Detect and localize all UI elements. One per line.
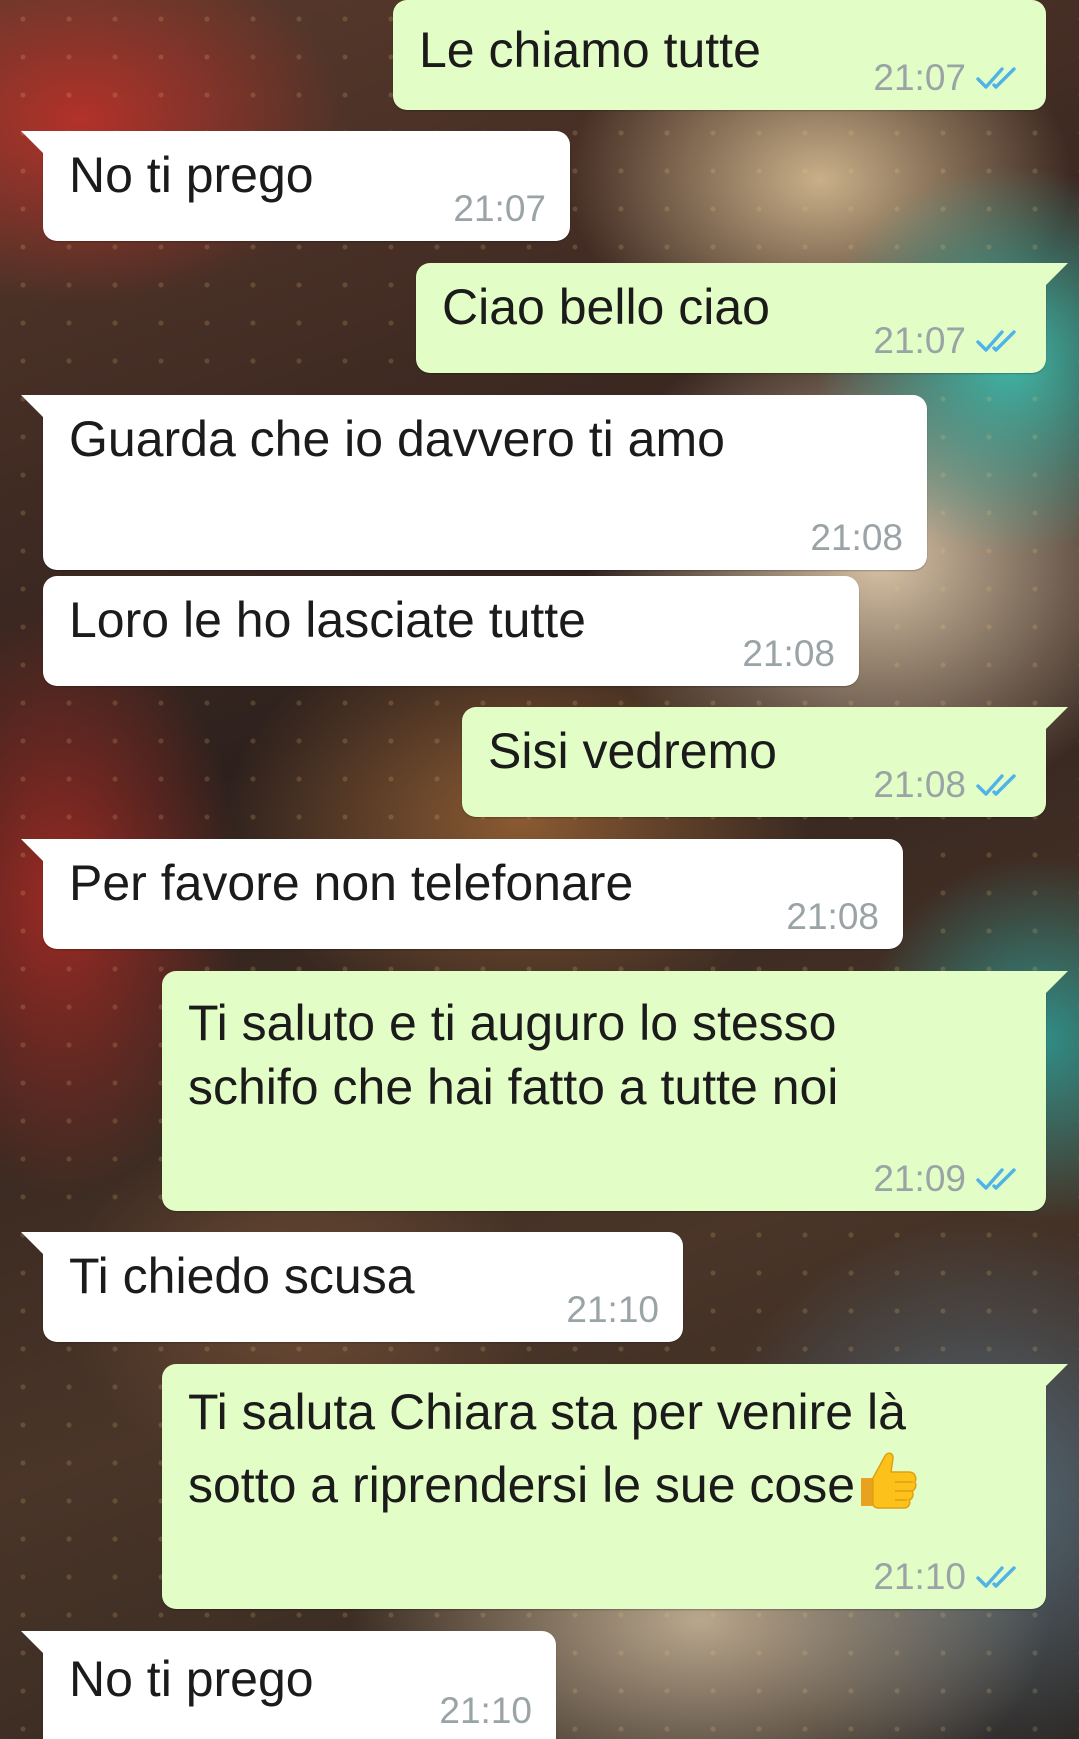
message-bubble-outgoing[interactable]: Le chiamo tutte 21:07 — [393, 0, 1046, 110]
message-time: 21:07 — [873, 320, 966, 361]
message-text: Loro le ho lasciate tutte — [69, 592, 586, 648]
double-check-icon — [976, 330, 1016, 352]
message-text: Per favore non telefonare — [69, 855, 634, 911]
message-text-line-1: Ti saluta Chiara sta per venire là — [188, 1384, 906, 1440]
message-time: 21:08 — [810, 517, 903, 558]
message-time: 21:10 — [439, 1690, 532, 1731]
message-time: 21:07 — [873, 57, 966, 98]
message-time: 21:07 — [453, 188, 546, 229]
message-text-line-1: Ti saluto e ti auguro lo stesso — [188, 995, 837, 1051]
message-text-line-2: sotto a riprendersi le sue cose — [188, 1448, 917, 1517]
message-text: Sisi vedremo — [488, 723, 777, 779]
message-bubble-outgoing[interactable]: Sisi vedremo 21:08 — [462, 707, 1068, 817]
message-time: 21:08 — [873, 764, 966, 805]
message-bubble-incoming[interactable]: Guarda che io davvero ti amo 21:08 — [21, 395, 927, 570]
message-text-line-2-text: sotto a riprendersi le sue cose — [188, 1457, 856, 1513]
message-bubble-incoming[interactable]: Loro le ho lasciate tutte 21:08 — [43, 576, 859, 686]
double-check-icon — [976, 1566, 1016, 1588]
message-bubble-incoming[interactable]: No ti prego 21:07 — [21, 131, 570, 241]
message-text: Ciao bello ciao — [442, 279, 770, 335]
thumbs-up-emoji — [861, 1452, 917, 1509]
message-text: Ti chiedo scusa — [69, 1248, 415, 1304]
message-time: 21:08 — [742, 633, 835, 674]
message-time: 21:09 — [873, 1158, 966, 1199]
message-bubble-outgoing[interactable]: Ti saluta Chiara sta per venire là sotto… — [162, 1364, 1068, 1609]
message-time: 21:08 — [786, 896, 879, 937]
message-bubble-incoming[interactable]: Per favore non telefonare 21:08 — [21, 839, 903, 949]
message-time: 21:10 — [566, 1289, 659, 1330]
message-text-line-2: schifo che hai fatto a tutte noi — [188, 1059, 839, 1115]
double-check-icon — [976, 774, 1016, 796]
message-text: No ti prego — [69, 1651, 314, 1707]
message-text: Le chiamo tutte — [419, 22, 761, 78]
message-bubble-outgoing[interactable]: Ti saluto e ti auguro lo stesso schifo c… — [162, 971, 1068, 1211]
message-text: Guarda che io davvero ti amo — [69, 411, 725, 467]
message-bubble-incoming[interactable]: No ti prego 21:10 — [21, 1631, 556, 1739]
message-bubble-incoming[interactable]: Ti chiedo scusa 21:10 — [21, 1232, 683, 1342]
message-bubble-outgoing[interactable]: Ciao bello ciao 21:07 — [416, 263, 1068, 373]
message-time: 21:10 — [873, 1556, 966, 1597]
double-check-icon — [976, 67, 1016, 89]
message-text: No ti prego — [69, 147, 314, 203]
double-check-icon — [976, 1168, 1016, 1190]
